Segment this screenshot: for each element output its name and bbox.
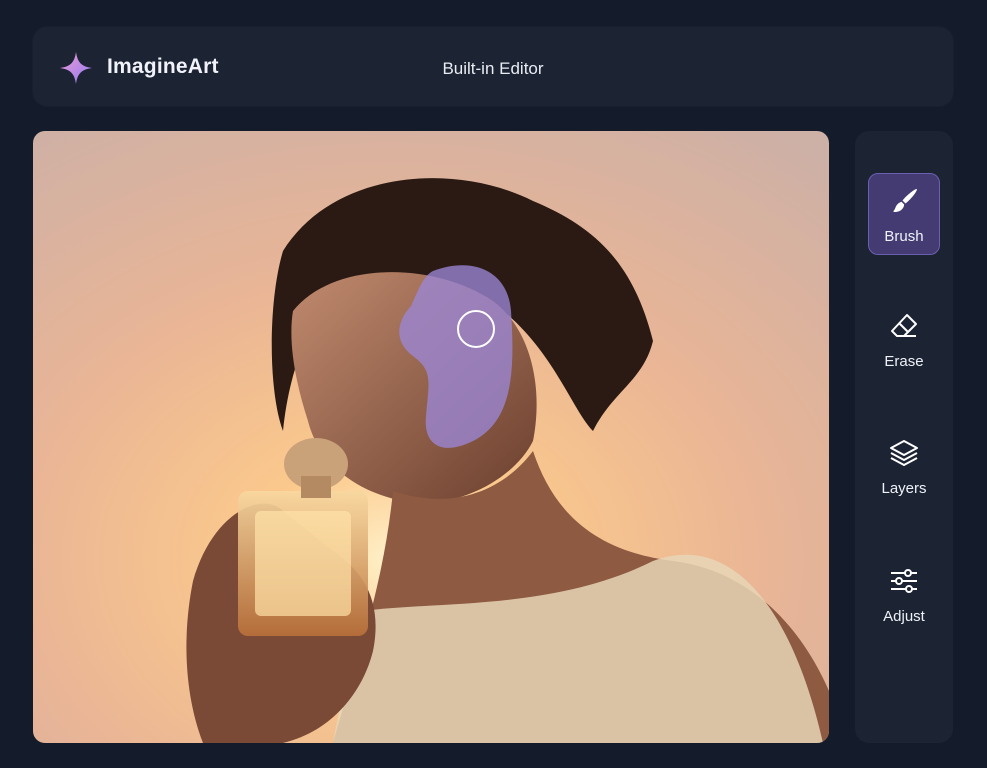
brush-tool-button[interactable]: Brush <box>868 173 940 255</box>
tool-sidebar: Brush Erase Layers Adjust <box>855 131 953 743</box>
layers-tool-button[interactable]: Layers <box>868 426 940 508</box>
page-title: Built-in Editor <box>442 59 544 78</box>
adjust-tool-button[interactable]: Adjust <box>868 554 940 636</box>
tool-label: Brush <box>884 228 924 245</box>
paintbrush-icon <box>893 189 917 213</box>
tool-label: Erase <box>884 353 924 370</box>
app-header: ImagineArt Built-in Editor <box>33 27 953 106</box>
tool-label: Layers <box>881 480 927 497</box>
photo-image <box>33 131 829 743</box>
erase-tool-button[interactable]: Erase <box>868 299 940 381</box>
layers-icon <box>890 440 918 466</box>
tool-label: Adjust <box>883 608 925 625</box>
brush-cursor <box>457 310 495 348</box>
sliders-icon <box>891 569 917 593</box>
image-canvas[interactable] <box>33 131 829 743</box>
eraser-icon <box>891 314 917 337</box>
